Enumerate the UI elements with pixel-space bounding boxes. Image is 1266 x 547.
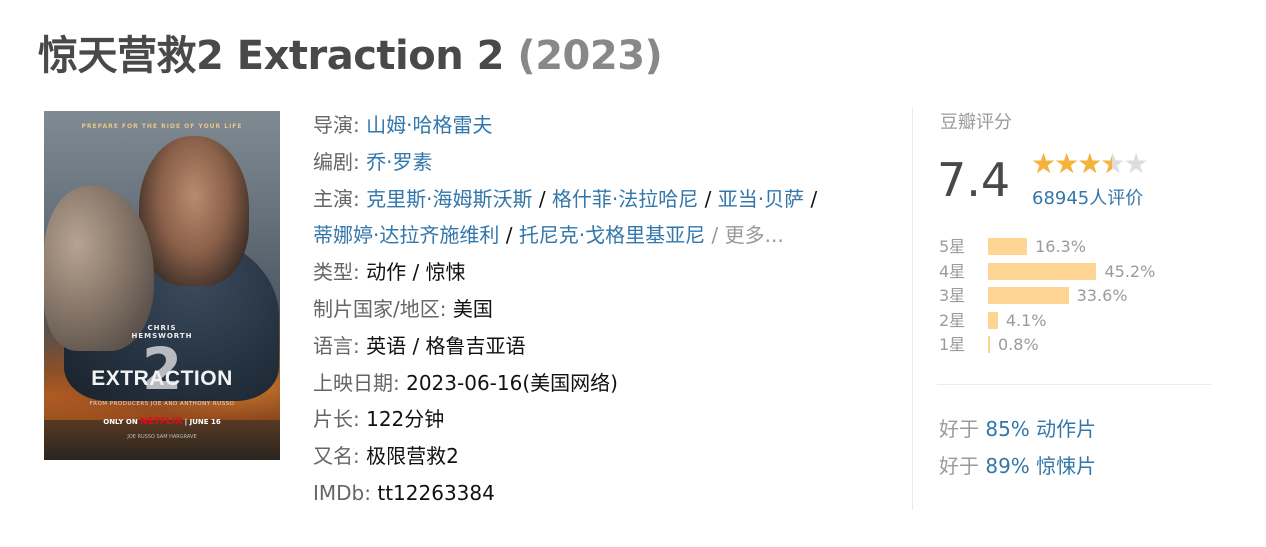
better-than-link[interactable]: 89% 惊悚片 [985,454,1096,478]
rating-row-label: 4星 [939,261,966,281]
info-row-release: 上映日期: 2023-06-16(美国网络) [313,365,893,402]
rating-bar [988,336,990,354]
better-than: 好于 85% 动作片 好于 89% 惊悚片 [939,411,1096,485]
rating-bar [988,287,1069,305]
star-icon: ★★ [1123,147,1148,180]
release-value: 2023-06-16(美国网络) [406,370,618,395]
poster-fine-print: JOE RUSSO SAM HARGRAVE [127,434,197,440]
rating-percent: 0.8% [998,335,1039,355]
star-rating: ★★★★★★★★★★ [1031,147,1149,180]
star-fill: ★ [1100,149,1112,179]
runtime-label: 片长: [313,407,367,432]
poster-credits: FROM PRODUCERS JOE AND ANTHONY RUSSO [89,401,235,407]
info-row-cast: 主演: 克里斯·海姆斯沃斯 / 格什菲·法拉哈尼 / 亚当·贝萨 / [313,186,818,211]
poster-actor-first: CHRIS [147,324,177,332]
info-row-genre: 类型: 动作 / 惊悚 [313,260,466,285]
movie-title: 惊天营救2 Extraction 2 [38,33,504,79]
country-label: 制片国家/地区: [313,296,453,321]
rating-row-label: 1星 [939,335,966,355]
star-fill: ★ [1077,149,1101,179]
cast-link[interactable]: 托尼克·戈格里基亚尼 [519,223,705,247]
aka-label: 又名: [313,444,367,469]
cast-link[interactable]: 格什菲·法拉哈尼 [552,187,698,211]
better-than-prefix: 好于 [939,454,986,478]
poster-release: ONLY ON NETFLIX | JUNE 16 [103,417,221,427]
cast-label: 主演: [313,186,367,211]
votes-link[interactable]: 68945人评价 [1032,184,1143,210]
page-title: 惊天营救2 Extraction 2 (2023) [38,30,663,82]
imdb-label: IMDb: [313,480,378,505]
rating-row-label: 2星 [939,310,966,330]
poster-figure-head [139,136,249,286]
star-icon: ★★ [1054,147,1079,180]
cast-link[interactable]: 蒂娜婷·达拉齐施维利 [313,223,499,247]
rating-bar [988,238,1028,255]
star-fill: ★ [1054,149,1078,179]
rating-label: 豆瓣评分 [940,112,1012,133]
writer-link[interactable]: 乔·罗素 [366,150,432,174]
info-row-imdb: IMDb: tt12263384 [313,475,893,512]
rating-percent: 45.2% [1104,261,1156,281]
genre-label: 类型: [313,260,367,285]
runtime-value: 122分钟 [366,407,445,432]
aka-value: 极限营救2 [366,444,459,469]
movie-poster[interactable]: PREPARE FOR THE RIDE OF YOUR LIFE CHRIS H… [44,111,280,460]
better-than-link[interactable]: 85% 动作片 [985,417,1096,441]
genre-value: 动作 [366,260,407,285]
rating-bar [988,262,1097,280]
star-fill: ★ [1031,149,1055,179]
info-row-country: 制片国家/地区: 美国 [313,291,893,328]
rating-row-label: 3星 [939,286,966,306]
rating-bar [988,311,998,329]
netflix-logo: NETFLIX [140,417,183,427]
movie-info: 导演: 山姆·哈格雷夫 编剧: 乔·罗素 主演: 克里斯·海姆斯沃斯 / 格什菲… [313,107,893,512]
better-than-row: 好于 85% 动作片 [939,411,1096,448]
director-label: 导演: [313,113,367,137]
cast-more-link[interactable]: 更多... [725,223,784,247]
movie-year: (2023) [517,33,663,79]
cast-link[interactable]: 克里斯·海姆斯沃斯 [366,187,532,211]
star-icon: ★★ [1031,147,1056,180]
language-label: 语言: [313,333,367,358]
rating-score: 7.4 [937,153,1011,207]
rating-percent: 33.6% [1076,286,1128,306]
language-value: 英语 / 格鲁吉亚语 [366,333,526,358]
poster-release-prefix: ONLY ON [103,418,138,426]
info-row-director: 导演: 山姆·哈格雷夫 [313,107,893,144]
horizontal-divider [937,384,1211,385]
poster-tagline: PREPARE FOR THE RIDE OF YOUR LIFE [81,123,243,130]
director-link[interactable]: 山姆·哈格雷夫 [366,113,492,137]
cast-link[interactable]: 亚当·贝萨 [718,187,804,211]
writer-label: 编剧: [313,149,367,174]
info-row-cast-continued: 蒂娜婷·达拉齐施维利 / 托尼克·戈格里基亚尼 / 更多... [313,223,784,248]
star-icon: ★★ [1100,147,1125,180]
country-value: 美国 [452,296,493,321]
info-row-runtime: 片长: 122分钟 [313,401,893,438]
release-label: 上映日期: [313,370,407,395]
rating-row-label: 5星 [939,237,966,256]
better-than-row: 好于 89% 惊悚片 [939,448,1096,485]
better-than-prefix: 好于 [939,417,986,441]
poster-movie-name: EXTRACTION [91,367,233,390]
poster-release-date: JUNE 16 [189,418,221,426]
imdb-value: tt12263384 [377,480,495,505]
info-row-writer: 编剧: 乔·罗素 [313,144,893,181]
genre-value: 惊悚 [425,260,466,285]
info-row-aka: 又名: 极限营救2 [313,438,893,475]
info-row-language: 语言: 英语 / 格鲁吉亚语 [313,328,893,365]
vertical-divider [912,108,913,510]
rating-percent: 4.1% [1005,310,1047,330]
star-icon: ★★ [1077,147,1102,180]
rating-percent: 16.3% [1035,237,1086,256]
